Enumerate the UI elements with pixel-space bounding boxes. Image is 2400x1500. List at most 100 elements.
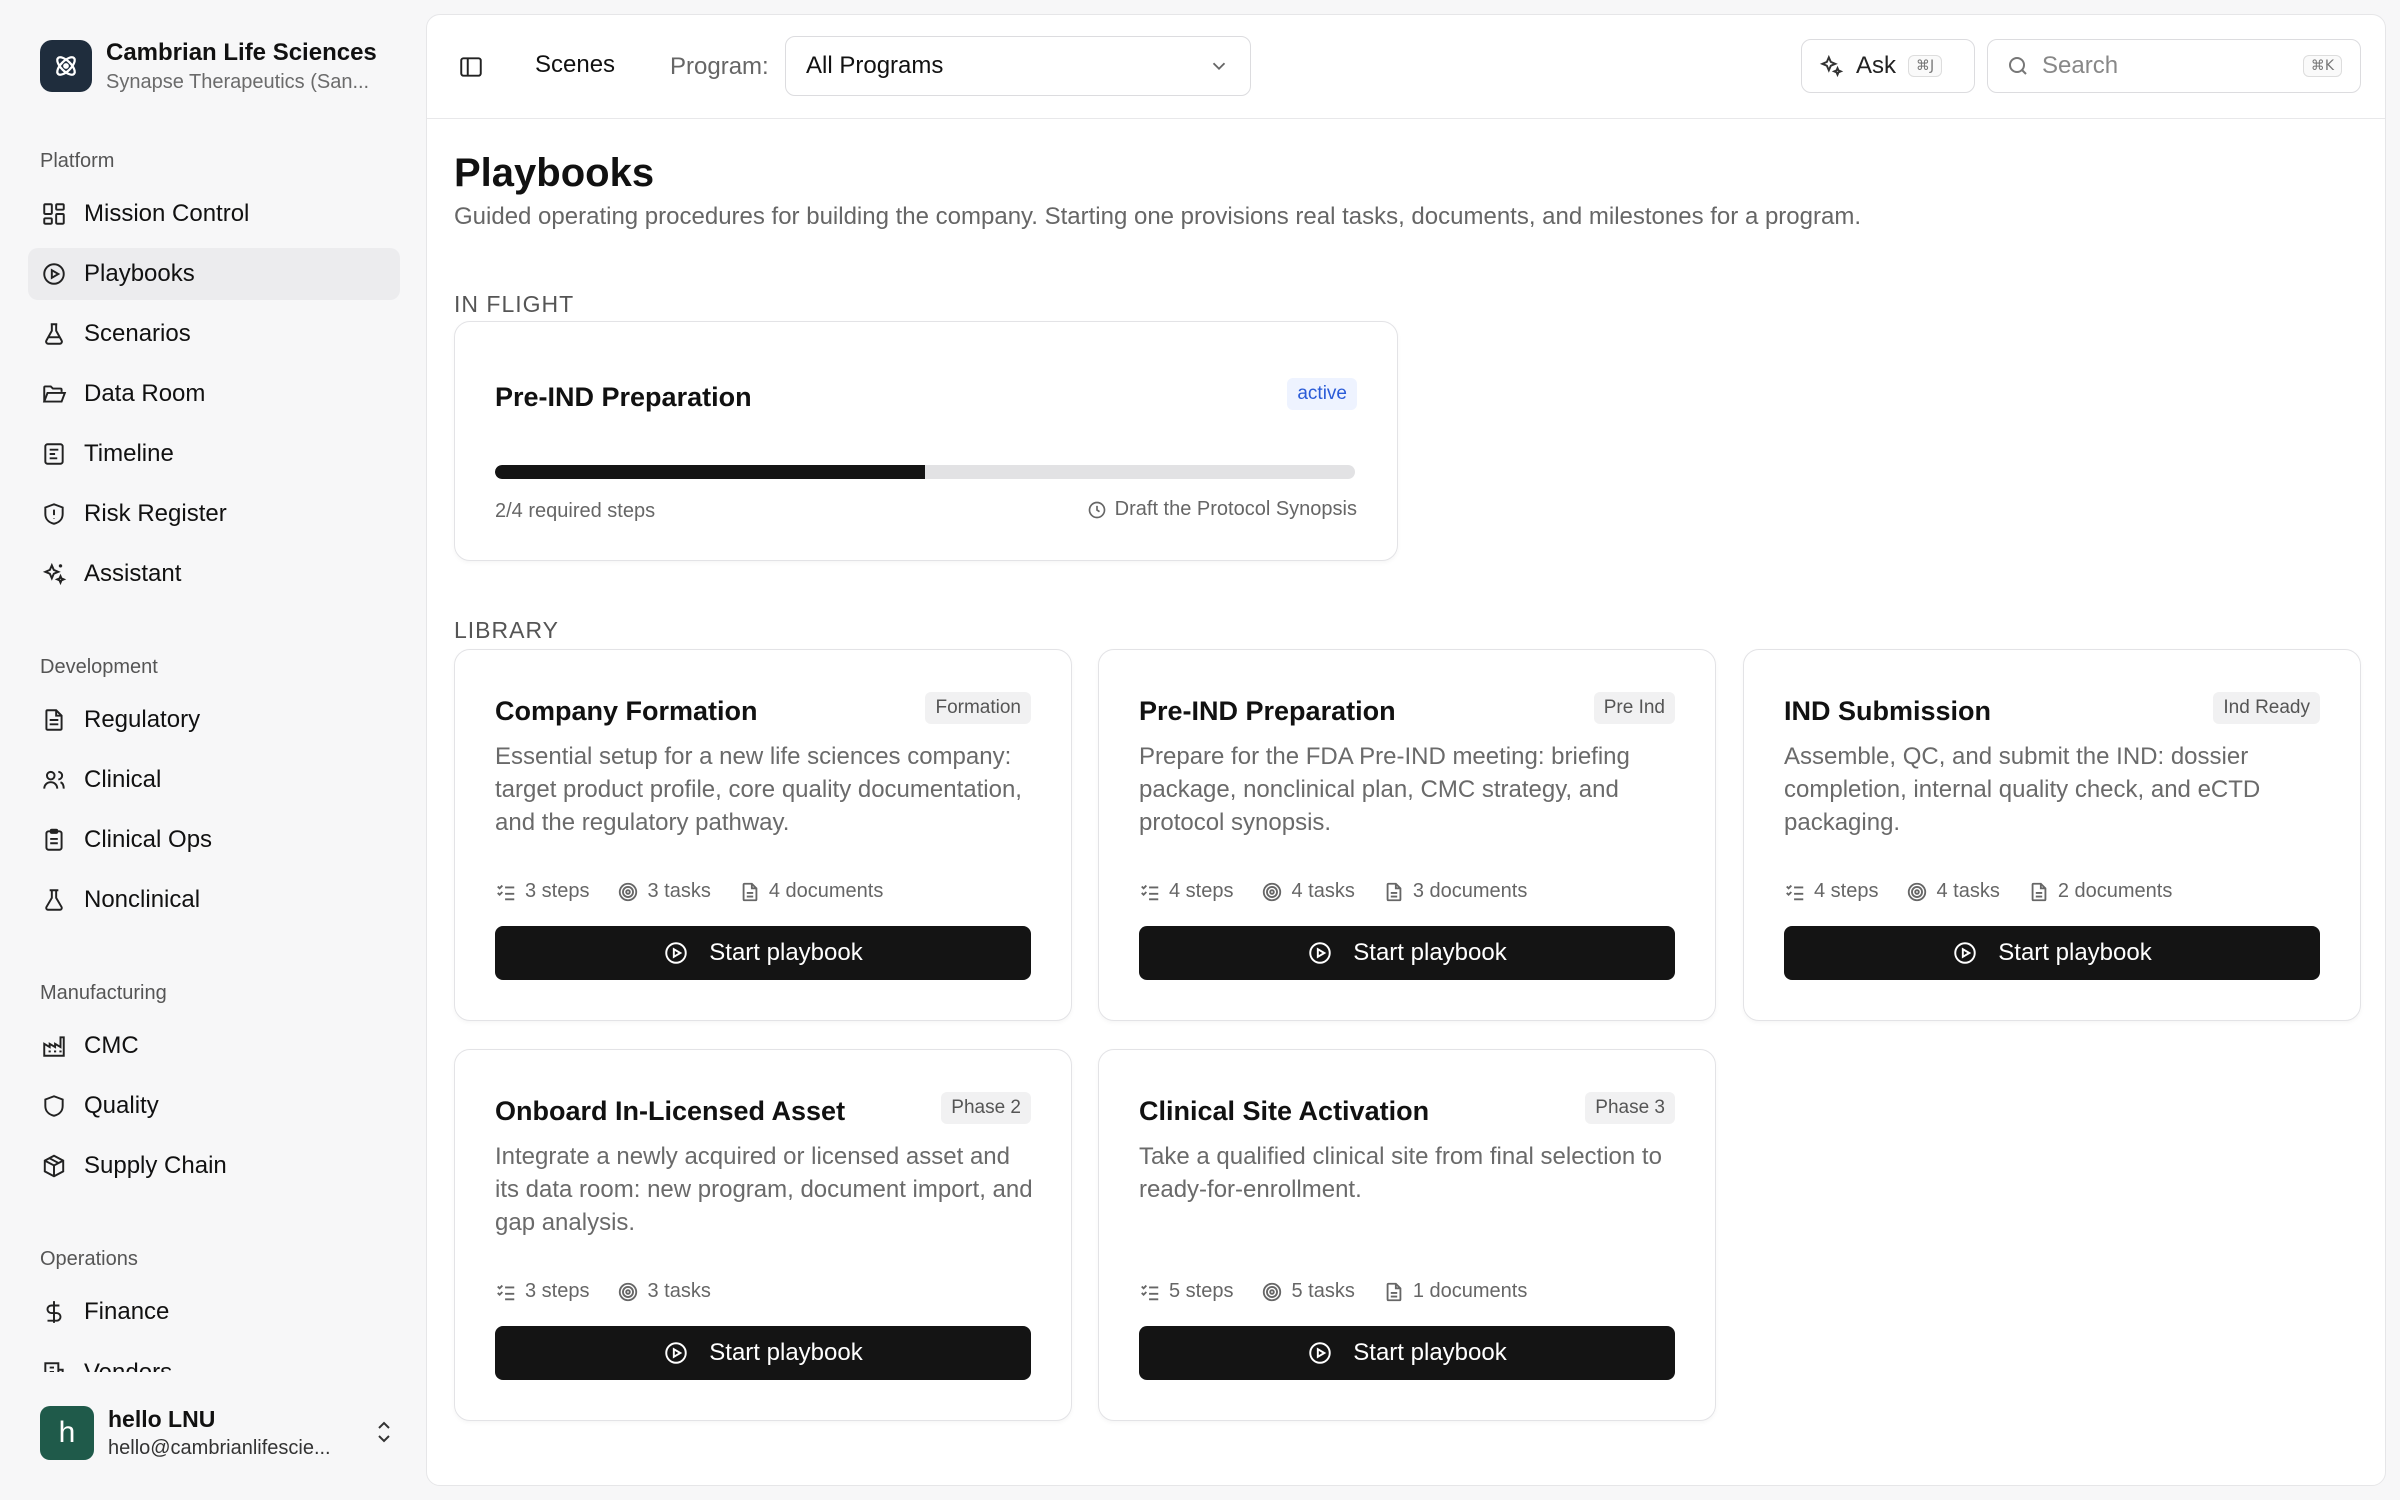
play-circle-icon bbox=[1309, 1342, 1332, 1364]
sidebar-item-label: Data Room bbox=[84, 380, 206, 407]
nav-section-development: Development bbox=[40, 656, 158, 678]
steps-label: 3 steps bbox=[525, 1280, 590, 1302]
beaker-icon bbox=[40, 886, 68, 914]
top-bar: Scenes Program: All Programs Ask ⌘J Sear… bbox=[427, 15, 2385, 119]
sidebar-item-clinical[interactable]: Clinical bbox=[28, 754, 400, 806]
document-icon bbox=[1386, 1282, 1402, 1301]
sidebar-item-playbooks[interactable]: Playbooks bbox=[28, 248, 400, 300]
playbook-title: Pre-IND Preparation bbox=[1139, 696, 1396, 726]
package-icon bbox=[40, 1152, 68, 1180]
documents-count: 2 documents bbox=[2028, 880, 2173, 903]
sidebar-item-supply-chain[interactable]: Supply Chain bbox=[28, 1140, 400, 1192]
sidebar-item-vendors[interactable]: Vendors bbox=[28, 1346, 400, 1372]
start-playbook-button[interactable]: Start playbook bbox=[1139, 926, 1675, 980]
start-playbook-label: Start playbook bbox=[709, 939, 863, 966]
steps-label: 4 steps bbox=[1169, 880, 1234, 902]
sidebar-item-scenarios[interactable]: Scenarios bbox=[28, 308, 400, 360]
sidebar-item-label: Clinical Ops bbox=[84, 826, 213, 853]
clipboard-icon bbox=[40, 826, 68, 854]
steps-count: 5 steps bbox=[1139, 1280, 1233, 1303]
list-checks-icon bbox=[497, 884, 515, 900]
user-email: hello@cambrianlifescie... bbox=[108, 1437, 331, 1459]
user-menu[interactable]: h hello LNU hello@cambrianlifescie... bbox=[40, 1404, 400, 1462]
playbook-tag: Formation bbox=[925, 692, 1031, 724]
sparkles-icon bbox=[1818, 53, 1844, 79]
tasks-count: 4 tasks bbox=[1261, 880, 1355, 903]
sidebar-toggle-icon[interactable] bbox=[455, 51, 487, 83]
program-select[interactable]: All Programs bbox=[785, 36, 1251, 96]
tasks-count: 3 tasks bbox=[617, 1280, 711, 1303]
playbook-card-ind-submission: IND Submission Ind Ready Assemble, QC, a… bbox=[1743, 649, 2361, 1021]
start-playbook-button[interactable]: Start playbook bbox=[495, 1326, 1031, 1380]
playbook-tag: Phase 2 bbox=[941, 1092, 1031, 1124]
document-icon bbox=[742, 882, 758, 901]
tasks-count: 4 tasks bbox=[1906, 880, 2000, 903]
sidebar-item-timeline[interactable]: Timeline bbox=[28, 428, 400, 480]
sidebar-item-data-room[interactable]: Data Room bbox=[28, 368, 400, 420]
list-checks-icon bbox=[497, 1284, 515, 1300]
documents-label: 3 documents bbox=[1412, 880, 1528, 902]
playbook-description: Integrate a newly acquired or licensed a… bbox=[495, 1143, 1033, 1236]
play-circle-icon bbox=[665, 1342, 688, 1364]
chevron-up-down-icon[interactable] bbox=[372, 1418, 396, 1446]
sidebar-item-mission-control[interactable]: Mission Control bbox=[28, 188, 400, 240]
factory-icon bbox=[40, 1032, 68, 1060]
sidebar-item-label: CMC bbox=[84, 1032, 139, 1059]
scenes-button[interactable]: Scenes bbox=[535, 51, 615, 79]
documents-label: 2 documents bbox=[2057, 880, 2173, 902]
tasks-label: 4 tasks bbox=[1291, 880, 1355, 902]
avatar: h bbox=[40, 1406, 94, 1460]
sidebar-item-label: Finance bbox=[84, 1298, 170, 1325]
playbook-description: Essential setup for a new life sciences … bbox=[495, 743, 1022, 836]
sidebar-item-nonclinical[interactable]: Nonclinical bbox=[28, 874, 400, 926]
org-switcher[interactable]: Cambrian Life Sciences Synapse Therapeut… bbox=[40, 38, 400, 94]
dollar-icon bbox=[40, 1298, 68, 1326]
users-icon bbox=[40, 766, 68, 794]
next-step: Draft the Protocol Synopsis bbox=[1087, 498, 1357, 521]
ask-label: Ask bbox=[1856, 52, 1897, 79]
start-playbook-button[interactable]: Start playbook bbox=[495, 926, 1031, 980]
sidebar-item-quality[interactable]: Quality bbox=[28, 1080, 400, 1132]
documents-count: 3 documents bbox=[1383, 880, 1528, 903]
search-placeholder: Search bbox=[2042, 52, 2119, 79]
sidebar-item-assistant[interactable]: Assistant bbox=[28, 548, 400, 600]
program-select-value: All Programs bbox=[806, 52, 944, 79]
sidebar-item-risk-register[interactable]: Risk Register bbox=[28, 488, 400, 540]
user-name: hello LNU bbox=[108, 1406, 216, 1432]
documents-count: 1 documents bbox=[1383, 1280, 1527, 1303]
sidebar-item-finance[interactable]: Finance bbox=[28, 1286, 400, 1338]
clock-icon bbox=[1087, 500, 1107, 520]
nav-section-platform: Platform bbox=[40, 150, 115, 172]
play-circle-icon bbox=[665, 942, 688, 964]
in-flight-steps: 2/4 required steps bbox=[495, 500, 656, 522]
playbook-description: Prepare for the FDA Pre-IND meeting: bri… bbox=[1139, 743, 1630, 836]
flask-icon bbox=[40, 320, 68, 348]
playbook-card-onboard-in-licensed-asset: Onboard In-Licensed Asset Phase 2 Integr… bbox=[454, 1049, 1072, 1421]
tasks-label: 5 tasks bbox=[1291, 1280, 1355, 1302]
start-playbook-button[interactable]: Start playbook bbox=[1784, 926, 2320, 980]
sidebar-item-clinical-ops[interactable]: Clinical Ops bbox=[28, 814, 400, 866]
in-flight-heading: IN FLIGHT bbox=[454, 291, 575, 317]
sidebar: Cambrian Life Sciences Synapse Therapeut… bbox=[0, 0, 426, 1500]
search-input[interactable]: Search ⌘K bbox=[1987, 39, 2361, 93]
steps-label: 5 steps bbox=[1169, 1280, 1234, 1302]
in-flight-card[interactable]: Pre-IND Preparation active 2/4 required … bbox=[454, 321, 1398, 561]
shield-icon bbox=[40, 1092, 68, 1120]
start-playbook-button[interactable]: Start playbook bbox=[1139, 1326, 1675, 1380]
ask-button[interactable]: Ask ⌘J bbox=[1801, 39, 1975, 93]
sidebar-item-cmc[interactable]: CMC bbox=[28, 1020, 400, 1072]
playbook-meta: 3 steps 3 tasks 4 documents bbox=[495, 880, 883, 903]
sidebar-item-regulatory[interactable]: Regulatory bbox=[28, 694, 400, 746]
playbook-card-clinical-site-activation: Clinical Site Activation Phase 3 Take a … bbox=[1098, 1049, 1716, 1421]
playbook-meta: 4 steps 4 tasks 2 documents bbox=[1784, 880, 2172, 903]
list-checks-icon bbox=[1141, 884, 1159, 900]
page-title: Playbooks bbox=[454, 151, 655, 195]
ask-shortcut: ⌘J bbox=[1908, 55, 1943, 77]
play-circle-icon bbox=[1954, 942, 1977, 964]
steps-count: 4 steps bbox=[1139, 880, 1233, 903]
sparkles-icon bbox=[40, 560, 68, 588]
nav-section-operations: Operations bbox=[40, 1248, 138, 1270]
playbook-card-pre-ind-preparation: Pre-IND Preparation Pre Ind Prepare for … bbox=[1098, 649, 1716, 1021]
tasks-label: 3 tasks bbox=[647, 880, 711, 902]
sidebar-item-label: Playbooks bbox=[84, 260, 195, 287]
